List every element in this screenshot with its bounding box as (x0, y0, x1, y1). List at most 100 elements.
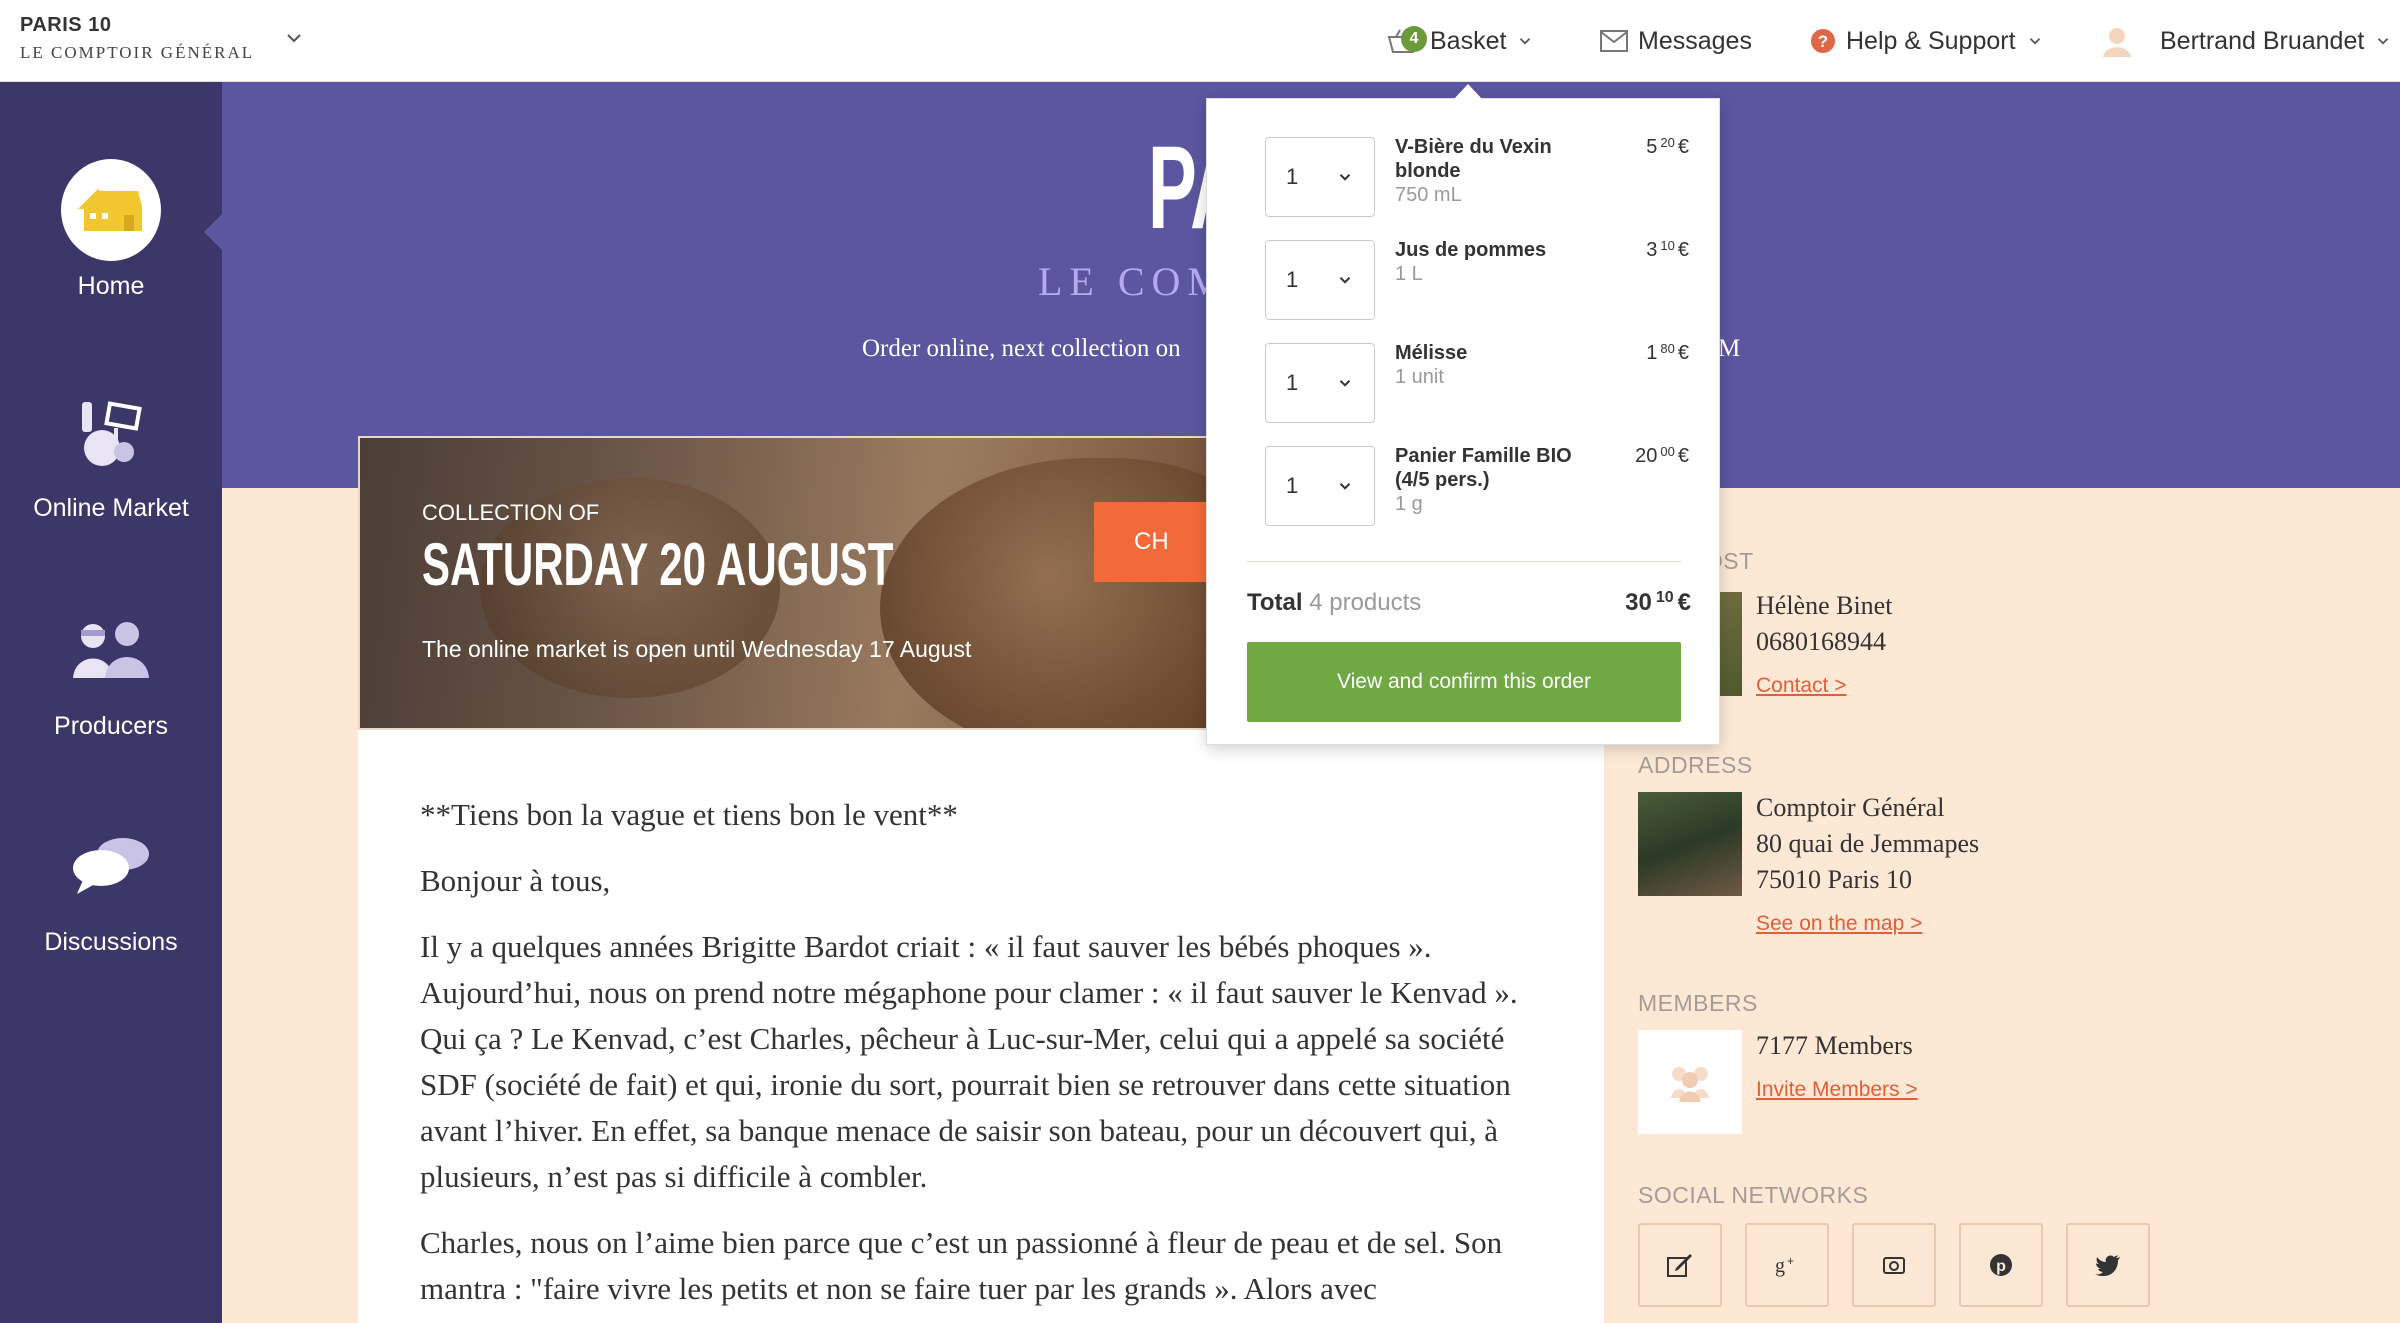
hero-order-text-end: M (1718, 335, 1741, 362)
price-int: 5 (1646, 136, 1658, 158)
hero-order-text: Order online, next collection on (862, 335, 1181, 362)
social-section-label: SOCIAL NETWORKS (1638, 1182, 1869, 1208)
brand-subtitle: LE COMPTOIR GÉNÉRAL (20, 43, 255, 62)
quantity-value: 1 (1286, 164, 1299, 189)
divider (1247, 561, 1681, 562)
chevron-down-icon (1339, 483, 1351, 490)
messages-link[interactable]: Messages (1600, 0, 1752, 82)
product-price: 1 80 € (1583, 341, 1689, 365)
google-plus-button[interactable]: g + (1745, 1223, 1829, 1307)
product-price: 3 10 € (1583, 238, 1689, 262)
sidebar-item-producers[interactable]: Producers (0, 600, 222, 741)
blog-icon (1667, 1254, 1692, 1277)
price-dec: 20 (1660, 135, 1675, 150)
avatar (2103, 28, 2131, 57)
chevron-down-icon[interactable] (282, 26, 306, 50)
invite-members-link[interactable]: Invite Members > (1756, 1078, 1918, 1102)
sidebar-item-home[interactable]: Home (0, 159, 222, 301)
home-icon (61, 159, 161, 261)
product-name: V-Bière du Vexin blonde 750 mL (1395, 135, 1591, 207)
instagram-button[interactable] (1852, 1223, 1936, 1307)
quantity-select[interactable]: 1 (1265, 343, 1375, 423)
chevron-down-icon (1339, 380, 1351, 387)
price-int: 3 (1646, 239, 1658, 261)
product-name-text: Mélisse (1395, 342, 1468, 364)
sidebar-item-online-market[interactable]: Online Market (0, 382, 222, 523)
total-dec: 10 (1655, 589, 1674, 606)
product-size: 1 g (1395, 493, 1423, 515)
quantity-value: 1 (1286, 473, 1299, 498)
help-label: Help & Support (1846, 26, 2016, 55)
address-line: Comptoir Général (1756, 793, 1945, 822)
market-icon (61, 382, 161, 482)
chevron-down-icon (1520, 38, 1531, 45)
price-dec: 80 (1660, 341, 1675, 356)
total-int: 30 (1625, 589, 1652, 616)
quantity-select[interactable]: 1 (1265, 240, 1375, 320)
currency: € (1677, 342, 1689, 364)
product-name: Jus de pommes 1 L (1395, 238, 1591, 286)
svg-text:?: ? (1818, 32, 1828, 51)
product-name-text: V-Bière du Vexin blonde (1395, 136, 1552, 182)
news-article: **Tiens bon la vague et tiens bon le ven… (358, 730, 1604, 1323)
product-name-text: Jus de pommes (1395, 239, 1547, 261)
help-support-menu[interactable]: ? Help & Support (1810, 0, 2044, 82)
sidebar: Home Online Market Producers Discussions (0, 82, 222, 1323)
price-dec: 10 (1660, 238, 1675, 253)
quantity-select[interactable]: 1 (1265, 446, 1375, 526)
price-int: 20 (1635, 445, 1658, 467)
collection-date: SATURDAY 20 AUGUST (422, 531, 894, 598)
pinterest-icon: p (1990, 1254, 2012, 1276)
confirm-order-button[interactable]: View and confirm this order (1247, 642, 1681, 722)
total-count: 4 products (1309, 589, 1422, 616)
price-int: 1 (1646, 342, 1658, 364)
product-name: Mélisse 1 unit (1395, 341, 1591, 389)
svg-text:p: p (1996, 1258, 2006, 1275)
total-price: 30 10 € (1577, 589, 1691, 617)
user-name: Bertrand Bruandet (2160, 26, 2365, 55)
basket-dropdown: 1 V-Bière du Vexin blonde 750 mL 5 20 € 1 … (1206, 98, 1720, 745)
total-label-text: Total (1247, 589, 1303, 616)
see-map-link[interactable]: See on the map > (1756, 912, 1922, 936)
host-phone: 0680168944 (1756, 627, 1886, 656)
hero-subtitle: LE COM (1038, 259, 1230, 304)
basket-label: Basket (1430, 26, 1507, 55)
discussions-icon (61, 816, 161, 916)
user-menu[interactable]: Bertrand Bruandet (2100, 0, 2392, 82)
product-price: 20 00 € (1583, 444, 1689, 468)
dropdown-arrow (1454, 84, 1482, 99)
chevron-down-icon (2029, 38, 2040, 45)
members-section-label: MEMBERS (1638, 990, 1758, 1016)
blog-button[interactable] (1638, 1223, 1722, 1307)
address-line: 75010 Paris 10 (1756, 865, 1912, 894)
collection-of-label: COLLECTION OF (422, 500, 600, 525)
contact-link[interactable]: Contact > (1756, 674, 1846, 698)
brand-name: PARIS 10 (20, 14, 112, 36)
quantity-value: 1 (1286, 370, 1299, 395)
active-item-pointer (204, 212, 224, 252)
sidebar-item-discussions[interactable]: Discussions (0, 816, 222, 957)
brand[interactable]: PARIS 10 LE COMPTOIR GÉNÉRAL (20, 14, 254, 63)
chevron-down-icon (1339, 277, 1351, 284)
quantity-value: 1 (1286, 267, 1299, 292)
members-count: 7177 Members (1756, 1031, 1913, 1060)
product-size: 1 unit (1395, 366, 1444, 388)
address-section-label: ADDRESS (1638, 752, 1753, 778)
twitter-button[interactable] (2066, 1223, 2150, 1307)
product-name-text: Panier Famille BIO (4/5 pers.) (1395, 445, 1572, 491)
article-paragraph: Charles, nous on l’aime bien parce que c… (420, 1225, 1503, 1306)
instagram-icon (1883, 1257, 1905, 1274)
sidebar-item-label: Home (77, 272, 145, 300)
svg-text:+: + (1787, 1254, 1794, 1268)
basket-count-badge: 4 (1401, 26, 1427, 52)
pinterest-button[interactable]: p (1959, 1223, 2043, 1307)
article-paragraph: **Tiens bon la vague et tiens bon le ven… (420, 797, 958, 832)
host-name: Hélène Binet (1756, 591, 1893, 620)
currency: € (1677, 445, 1689, 467)
currency: € (1677, 136, 1689, 158)
home-icon-wrap (61, 159, 161, 261)
currency: € (1677, 589, 1691, 616)
members-icon (1638, 1030, 1742, 1134)
quantity-select[interactable]: 1 (1265, 137, 1375, 217)
total-label: Total 4 products (1247, 589, 1421, 617)
